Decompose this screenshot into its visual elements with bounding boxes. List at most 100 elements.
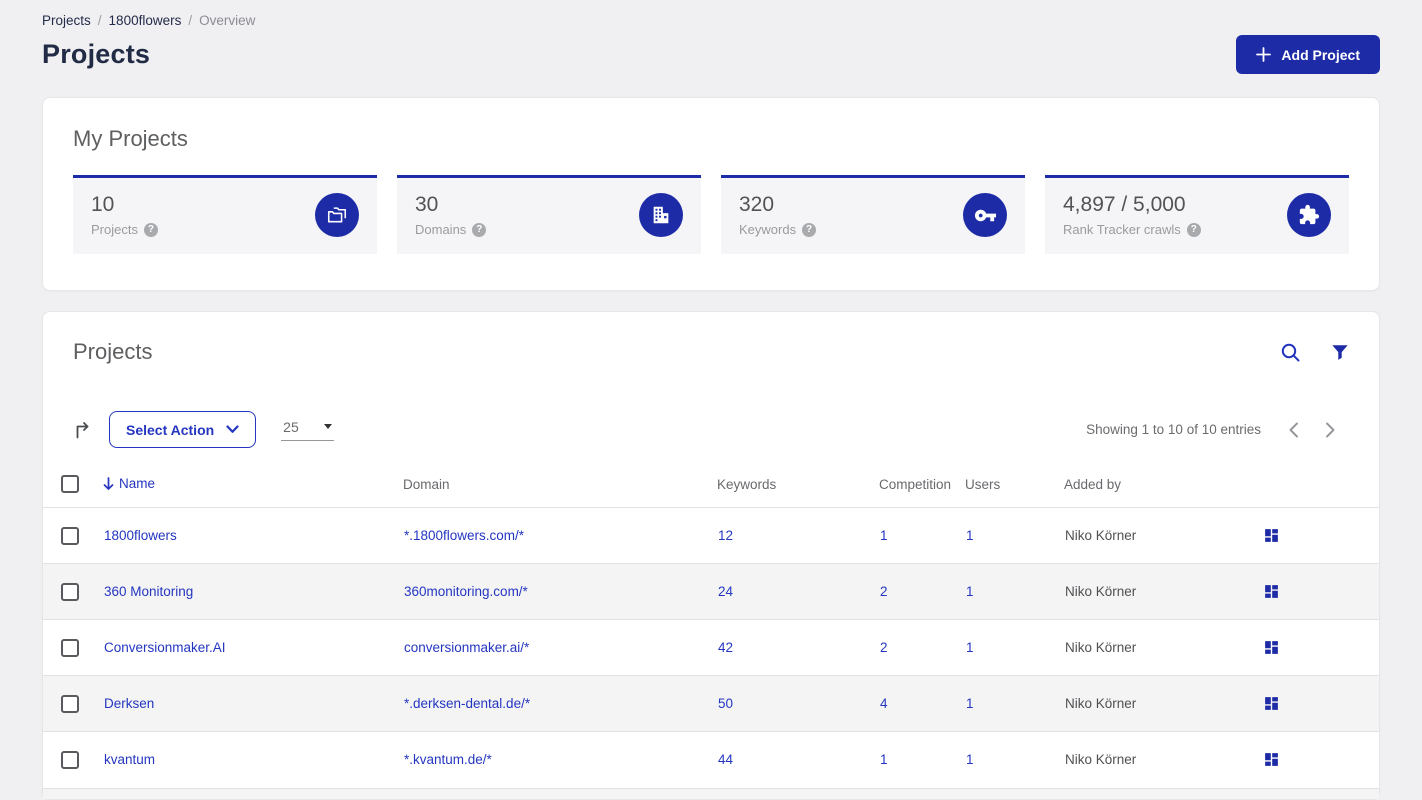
breadcrumb: Projects / 1800flowers / Overview — [42, 13, 1380, 28]
row-checkbox[interactable] — [61, 750, 79, 769]
page-size-value: 25 — [283, 418, 299, 435]
competition-count-link[interactable]: 1 — [880, 528, 888, 543]
keywords-count-link[interactable]: 42 — [718, 640, 733, 655]
row-checkbox[interactable] — [61, 638, 79, 657]
column-header-domain[interactable]: Domain — [403, 465, 717, 508]
breadcrumb-1800flowers[interactable]: 1800flowers — [109, 13, 182, 28]
added-by-cell: Niko Körner — [1065, 584, 1137, 599]
dashboard-grid-icon[interactable] — [1263, 695, 1280, 712]
competition-count-link[interactable]: 2 — [880, 584, 888, 599]
next-page-icon[interactable] — [1312, 416, 1349, 444]
table-row-partial — [43, 787, 1379, 799]
table-row: Conversionmaker.AI conversionmaker.ai/* … — [43, 619, 1379, 676]
users-count-link[interactable]: 1 — [966, 696, 974, 711]
project-domain-link[interactable]: conversionmaker.ai/* — [404, 640, 529, 655]
breadcrumb-separator: / — [97, 13, 102, 28]
projects-count: 10 — [91, 193, 115, 216]
table-controls: Select Action 25 Showing 1 to 10 of 10 e… — [43, 411, 1379, 448]
stat-tile-rank-tracker: 4,897 / 5,000 Rank Tracker crawls ? — [1045, 175, 1349, 254]
users-count-link[interactable]: 1 — [966, 584, 974, 599]
keywords-count-link[interactable]: 12 — [718, 528, 733, 543]
row-checkbox[interactable] — [61, 582, 79, 601]
project-domain-link[interactable]: 360monitoring.com/* — [404, 584, 528, 599]
column-header-users[interactable]: Users — [965, 465, 1064, 508]
users-count-link[interactable]: 1 — [966, 752, 974, 767]
select-action-label: Select Action — [126, 421, 215, 438]
competition-count-link[interactable]: 1 — [880, 752, 888, 767]
breadcrumb-separator: / — [188, 13, 193, 28]
caret-down-icon — [324, 424, 333, 429]
users-count-link[interactable]: 1 — [966, 640, 974, 655]
search-icon[interactable] — [1280, 342, 1301, 363]
rank-tracker-count: 4,897 / 5,000 — [1063, 193, 1186, 216]
add-project-button[interactable]: Add Project — [1236, 35, 1380, 74]
select-action-dropdown[interactable]: Select Action — [109, 411, 257, 448]
projects-label: Projects — [91, 222, 138, 237]
projects-table-title: Projects — [73, 339, 153, 364]
help-icon[interactable]: ? — [472, 222, 487, 237]
column-header-added-by[interactable]: Added by — [1064, 465, 1262, 508]
column-header-competition[interactable]: Competition — [879, 465, 965, 508]
breadcrumb-projects[interactable]: Projects — [42, 13, 91, 28]
add-project-label: Add Project — [1281, 46, 1360, 63]
project-name-link[interactable]: 360 Monitoring — [104, 584, 193, 599]
top-header: Projects / 1800flowers / Overview Projec… — [42, 0, 1380, 74]
page: Projects / 1800flowers / Overview Projec… — [0, 0, 1422, 800]
competition-count-link[interactable]: 2 — [880, 640, 888, 655]
column-header-name[interactable]: Name — [103, 465, 403, 508]
stat-tiles: 10 Projects ? 30 Domains ? 320 Keywords … — [73, 175, 1349, 254]
added-by-cell: Niko Körner — [1065, 696, 1137, 711]
projects-table: Name Domain Keywords Competition Users A… — [43, 465, 1379, 788]
help-icon[interactable]: ? — [1186, 222, 1201, 237]
domains-count: 30 — [415, 193, 439, 216]
chevron-down-icon — [226, 425, 239, 434]
breadcrumb-overview: Overview — [199, 13, 256, 28]
added-by-cell: Niko Körner — [1065, 640, 1137, 655]
prev-page-icon[interactable] — [1275, 416, 1312, 444]
help-icon[interactable]: ? — [143, 222, 158, 237]
dashboard-grid-icon[interactable] — [1263, 751, 1280, 768]
dashboard-grid-icon[interactable] — [1263, 583, 1280, 600]
pagination — [1275, 416, 1349, 444]
competition-count-link[interactable]: 4 — [880, 696, 888, 711]
keywords-count-link[interactable]: 44 — [718, 752, 733, 767]
table-row: 1800flowers *.1800flowers.com/* 12 1 1 N… — [43, 507, 1379, 564]
row-checkbox[interactable] — [61, 694, 79, 713]
stat-tile-projects: 10 Projects ? — [73, 175, 377, 254]
project-domain-link[interactable]: *.derksen-dental.de/* — [404, 696, 530, 711]
filter-icon[interactable] — [1331, 343, 1349, 362]
project-name-link[interactable]: kvantum — [104, 752, 155, 767]
stat-tile-domains: 30 Domains ? — [397, 175, 701, 254]
project-domain-link[interactable]: *.1800flowers.com/* — [404, 528, 524, 543]
projects-card: Projects Select Action 25 Showing 1 to 1… — [42, 311, 1380, 800]
column-header-keywords[interactable]: Keywords — [717, 465, 879, 508]
table-header-row: Name Domain Keywords Competition Users A… — [43, 465, 1379, 508]
project-domain-link[interactable]: *.kvantum.de/* — [404, 752, 492, 767]
select-all-checkbox[interactable] — [61, 475, 79, 493]
project-name-link[interactable]: Derksen — [104, 696, 154, 711]
puzzle-icon — [1287, 193, 1331, 237]
page-size-select[interactable]: 25 — [281, 418, 335, 441]
my-projects-card: My Projects 10 Projects ? 30 Domains ? 3… — [42, 97, 1380, 291]
row-checkbox[interactable] — [61, 526, 79, 545]
keywords-count-link[interactable]: 50 — [718, 696, 733, 711]
added-by-cell: Niko Körner — [1065, 528, 1137, 543]
page-title: Projects — [42, 39, 151, 69]
table-row: 360 Monitoring 360monitoring.com/* 24 2 … — [43, 563, 1379, 620]
my-projects-title: My Projects — [73, 126, 188, 151]
project-name-link[interactable]: 1800flowers — [104, 528, 177, 543]
help-icon[interactable]: ? — [802, 222, 817, 237]
users-count-link[interactable]: 1 — [966, 528, 974, 543]
dashboard-grid-icon[interactable] — [1263, 527, 1280, 544]
added-by-cell: Niko Körner — [1065, 752, 1137, 768]
keywords-label: Keywords — [739, 222, 797, 237]
key-icon — [963, 193, 1007, 237]
folders-icon — [315, 193, 359, 237]
keywords-count: 320 — [739, 193, 775, 216]
export-arrow-icon[interactable] — [73, 419, 94, 440]
dashboard-grid-icon[interactable] — [1263, 639, 1280, 656]
building-icon — [639, 193, 683, 237]
project-name-link[interactable]: Conversionmaker.AI — [104, 640, 226, 655]
table-row: kvantum *.kvantum.de/* 44 1 1 Niko Körne… — [43, 731, 1379, 788]
keywords-count-link[interactable]: 24 — [718, 584, 733, 599]
